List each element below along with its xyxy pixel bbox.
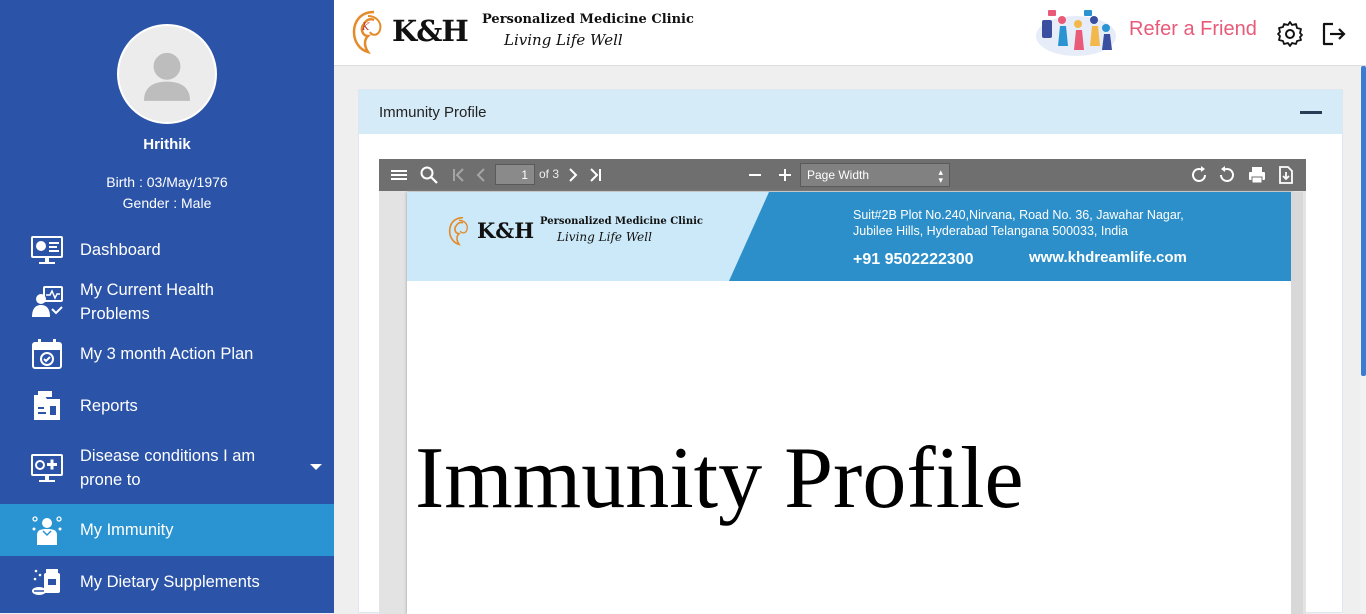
kh-logo-icon: K (352, 10, 382, 54)
sidebar-item-label: My Dietary Supplements (80, 573, 260, 591)
card-header[interactable]: Immunity Profile (359, 90, 1342, 134)
sidebar-item-label: Reports (80, 397, 138, 415)
pdf-document-heading: Immunity Profile (415, 430, 1024, 527)
sidebar-item-label: Dashboard (80, 241, 161, 259)
sidebar-toggle-icon[interactable] (389, 165, 409, 185)
sidebar-item-current-health-problems[interactable]: My Current Health Problems (0, 276, 334, 328)
letterhead-logo-text: K&H (477, 218, 535, 243)
sidebar-item-label: My Current Health Problems (80, 281, 214, 323)
user-birth-date: Birth : 03/May/1976 (106, 174, 228, 190)
user-placeholder-icon (143, 52, 191, 101)
print-icon[interactable] (1247, 165, 1267, 185)
sidebar-item-action-plan[interactable]: My 3 month Action Plan (0, 328, 334, 380)
sidebar-item-disease-conditions[interactable]: Disease conditions I am prone to (0, 432, 334, 504)
letterhead-website: www.khdreamlife.com (1029, 249, 1187, 266)
pdf-letterhead: K&H Personalized Medicine Clinic Living … (407, 192, 1292, 281)
page-count: of 3 (539, 167, 560, 181)
previous-page-icon[interactable] (471, 165, 491, 185)
card-title: Immunity Profile (379, 104, 487, 121)
pdf-page: K&H Personalized Medicine Clinic Living … (407, 192, 1292, 614)
pdf-toolbar: of 3 Page Width ▴▾ (379, 159, 1306, 191)
page-scrollbar-thumb[interactable] (1361, 66, 1366, 376)
zoom-select-value: Page Width (807, 168, 870, 182)
sidebar-item-label: My Immunity (80, 521, 174, 539)
calendar-check-icon (32, 339, 62, 369)
pdf-viewer: of 3 Page Width ▴▾ (379, 159, 1306, 614)
sidebar-item-label: Disease conditions I am prone to (80, 447, 256, 489)
dashboard-icon (31, 236, 63, 264)
next-page-icon[interactable] (563, 165, 583, 185)
first-page-icon[interactable] (449, 165, 469, 185)
collapse-minus-icon[interactable] (1300, 111, 1322, 114)
letterhead-background (729, 192, 1292, 281)
sidebar-item-label: My 3 month Action Plan (80, 345, 254, 363)
health-problems-icon (32, 286, 63, 317)
refer-illustration-icon (1036, 10, 1116, 56)
top-bar: K K&H Personalized Medicine Clinic Livin… (334, 0, 1366, 66)
immunity-icon (32, 516, 62, 545)
logout-icon[interactable] (1319, 20, 1347, 48)
letterhead-phone: +91 9502222300 (853, 251, 974, 268)
download-icon[interactable] (1276, 165, 1296, 185)
sidebar-item-reports[interactable]: Reports (0, 380, 334, 432)
search-icon[interactable] (419, 165, 439, 185)
sidebar: Hrithik Birth : 03/May/1976 Gender : Mal… (0, 0, 334, 613)
letterhead-address-line1: Suit#2B Plot No.240,Nirvana, Road No. 36… (853, 208, 1184, 222)
page-number-input[interactable] (495, 164, 535, 185)
rotate-counterclockwise-icon[interactable] (1217, 165, 1237, 185)
chevron-down-icon[interactable] (310, 464, 322, 470)
supplements-icon (32, 569, 60, 595)
brand-tagline: Personalized Medicine Clinic (482, 12, 694, 27)
select-arrows-icon: ▴ ▾ (938, 167, 943, 185)
letterhead-address-line2: Jubilee Hills, Hyderabad Telangana 50003… (853, 224, 1128, 238)
refer-a-friend-link[interactable]: Refer a Friend (1129, 18, 1257, 41)
letterhead-tagline-script: Living Life Well (557, 230, 652, 244)
user-gender: Gender : Male (122, 195, 212, 211)
zoom-select[interactable]: Page Width ▴ ▾ (800, 163, 950, 187)
sidebar-item-dietary-supplements[interactable]: My Dietary Supplements (0, 556, 334, 608)
gear-icon[interactable] (1276, 20, 1304, 48)
pdf-scrollbar[interactable] (1291, 192, 1303, 614)
sidebar-item-dashboard[interactable]: Dashboard (0, 224, 334, 276)
avatar[interactable] (117, 24, 217, 124)
brand-tagline-script: Living Life Well (504, 31, 623, 49)
sidebar-item-my-immunity[interactable]: My Immunity (0, 504, 334, 556)
disease-monitor-icon (31, 454, 63, 482)
reports-icon (34, 391, 60, 420)
last-page-icon[interactable] (585, 165, 605, 185)
letterhead-tagline: Personalized Medicine Clinic (540, 216, 703, 227)
user-name: Hrithik (143, 136, 191, 153)
svg-text:K: K (361, 22, 370, 33)
sidebar-nav: Dashboard My Current Health Problems My … (0, 224, 334, 608)
zoom-in-icon[interactable] (775, 165, 795, 185)
brand-logo-text: K&H (392, 14, 469, 48)
immunity-profile-card: Immunity Profile of 3 (358, 89, 1343, 614)
rotate-clockwise-icon[interactable] (1189, 165, 1209, 185)
zoom-out-icon[interactable] (745, 165, 765, 185)
kh-logo-icon (448, 216, 468, 246)
